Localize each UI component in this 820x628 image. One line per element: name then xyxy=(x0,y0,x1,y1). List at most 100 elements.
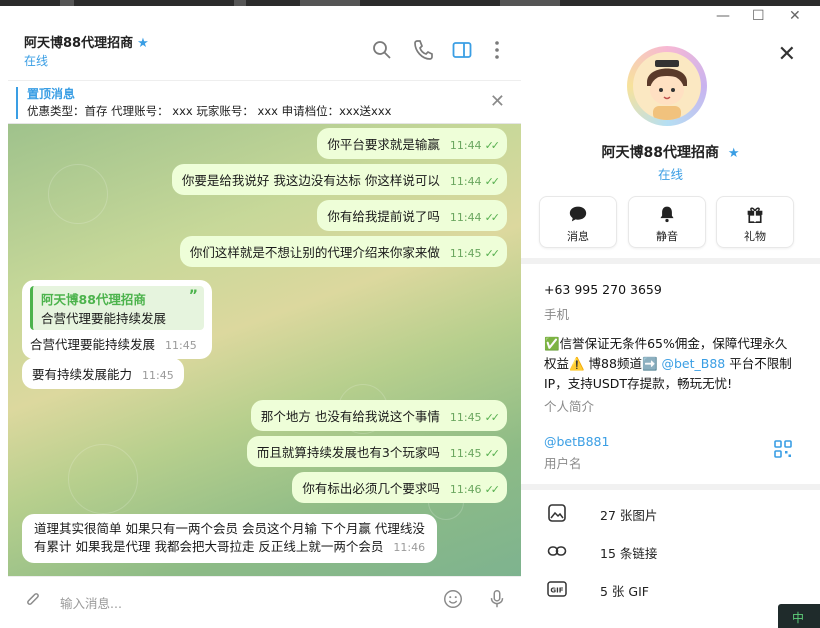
media-row-photos[interactable]: 27 张图片 xyxy=(521,494,820,532)
minimize-button[interactable]: — xyxy=(716,8,730,24)
shared-media-list: 27 张图片 15 条链接 GIF 5 张 GIF xyxy=(521,490,820,622)
reply-quote[interactable]: 阿天博88代理招商 合营代理要能持续发展 ” xyxy=(30,286,204,330)
window-close-button[interactable]: ✕ xyxy=(789,8,801,24)
message-bubble-out[interactable]: 你平台要求就是输赢 11:44 ✓✓ xyxy=(317,128,507,159)
message-text-line: 有累计 如果我是代理 我都会把大哥拉走 反正线上就一两个会员 xyxy=(34,539,384,554)
wallpaper-doodle xyxy=(48,164,108,224)
message-bubble-out[interactable]: 你要是给我说好 我这边没有达标 你这样说可以 11:44 ✓✓ xyxy=(171,164,507,195)
message-input[interactable]: 输入消息... xyxy=(60,593,122,612)
chat-status: 在线 xyxy=(24,54,49,68)
message-text: 那个地方 也没有给我说这个事情 xyxy=(260,409,440,424)
message-time: 11:44 xyxy=(449,211,482,224)
phone-number[interactable]: +63 995 270 3659 xyxy=(544,282,662,297)
media-row-links[interactable]: 15 条链接 xyxy=(521,532,820,570)
action-message-button[interactable]: 消息 xyxy=(539,196,617,248)
read-ticks-icon: ✓✓ xyxy=(484,211,501,224)
profile-info: +63 995 270 3659 手机 ✅信誉保证无条件65%佣金，保障代理永久… xyxy=(521,264,820,484)
message-text: 你有给我提前说了吗 xyxy=(327,209,440,224)
message-bubble-in-reply[interactable]: 阿天博88代理招商 合营代理要能持续发展 ” 合营代理要能持续发展 11:45 xyxy=(22,280,212,359)
avatar-illustration xyxy=(633,52,701,120)
action-mute-button[interactable]: 静音 xyxy=(628,196,706,248)
read-ticks-icon: ✓✓ xyxy=(484,139,501,152)
bio-link[interactable]: @bet_B88 xyxy=(661,356,725,371)
action-label: 礼物 xyxy=(744,230,766,243)
qr-code-icon[interactable] xyxy=(774,440,792,458)
message-time: 11:44 xyxy=(449,139,482,152)
media-label: 5 张 GIF xyxy=(600,584,649,599)
message-time: 11:45 xyxy=(449,411,482,424)
phone-icon[interactable] xyxy=(411,38,435,62)
message-icon xyxy=(569,206,587,222)
message-text: 你平台要求就是输赢 xyxy=(327,137,440,152)
media-label: 15 条链接 xyxy=(600,546,658,561)
gift-icon xyxy=(747,207,763,223)
bio-label: 个人简介 xyxy=(544,399,595,414)
chat-title[interactable]: 阿天博88代理招商 ★ xyxy=(24,32,149,51)
read-ticks-icon: ✓✓ xyxy=(484,175,501,188)
photo-icon xyxy=(548,504,566,522)
message-time: 11:44 xyxy=(449,175,482,188)
action-label: 静音 xyxy=(656,230,678,243)
chat-header: 阿天博88代理招商 ★ 在线 xyxy=(8,24,521,80)
username-label: 用户名 xyxy=(544,456,582,471)
action-gift-button[interactable]: 礼物 xyxy=(716,196,794,248)
maximize-button[interactable]: ☐ xyxy=(752,8,765,24)
message-text: 你们这样就是不想让别的代理介绍来你家来做 xyxy=(189,245,440,260)
system-tray[interactable]: 中 xyxy=(778,604,820,628)
read-ticks-icon: ✓✓ xyxy=(484,447,501,460)
message-bubble-out[interactable]: 你们这样就是不想让别的代理介绍来你家来做 11:45 ✓✓ xyxy=(179,236,507,267)
quote-text: 合营代理要能持续发展 xyxy=(41,311,167,326)
pinned-message-bar[interactable]: 置顶消息 优惠类型：首存 代理账号： xxx 玩家账号： xxx 申请档位：xx… xyxy=(8,80,521,124)
username-link[interactable]: @betB881 xyxy=(544,434,609,449)
message-bubble-out[interactable]: 而且就算持续发展也有3个玩家吗 11:45 ✓✓ xyxy=(246,436,507,467)
message-bubble-out[interactable]: 你有给我提前说了吗 11:44 ✓✓ xyxy=(317,200,507,231)
verified-star-icon: ★ xyxy=(727,146,740,161)
composer: 输入消息... xyxy=(8,576,521,622)
microphone-icon[interactable] xyxy=(486,588,508,610)
profile-status: 在线 xyxy=(657,167,683,182)
message-time: 11:45 xyxy=(449,447,482,460)
sidebar-toggle-icon[interactable] xyxy=(450,38,474,62)
message-text-line: 道理其实很简单 如果只有一两个会员 会员这个月输 下个月赢 代理线没 xyxy=(34,521,425,536)
action-label: 消息 xyxy=(567,230,589,243)
ime-indicator: 中 xyxy=(792,611,805,625)
emoji-icon[interactable] xyxy=(442,588,464,610)
pinned-text: 优惠类型：首存 代理账号： xxx 玩家账号： xxx 申请档位：xxx送xxx xyxy=(27,104,392,118)
attach-icon[interactable] xyxy=(22,588,44,610)
pinned-title: 置顶消息 xyxy=(27,87,76,101)
message-bubble-in[interactable]: 要有持续发展能力 11:45 xyxy=(22,358,184,389)
avatar[interactable] xyxy=(627,46,707,126)
pinned-close-icon[interactable]: ✕ xyxy=(490,91,505,112)
bell-icon xyxy=(660,206,674,223)
gif-icon: GIF xyxy=(547,581,567,597)
close-profile-icon[interactable]: ✕ xyxy=(778,42,796,67)
search-icon[interactable] xyxy=(370,38,394,62)
message-text: 你有标出必须几个要求吗 xyxy=(302,481,440,496)
profile-name-text: 阿天博88代理招商 xyxy=(601,145,719,161)
profile-header: ✕ 阿天博88代理招商 ★ 在线 消息 静音 礼物 xyxy=(521,24,820,258)
bio-text[interactable]: ✅信誉保证无条件65%佣金，保障代理永久权益⚠️ 博88频道➡️ @bet_B8… xyxy=(544,334,794,394)
verified-star-icon: ★ xyxy=(137,36,149,51)
message-time: 11:46 xyxy=(449,483,482,496)
message-time: 11:45 xyxy=(165,339,197,352)
read-ticks-icon: ✓✓ xyxy=(484,411,501,424)
chat-title-text: 阿天博88代理招商 xyxy=(24,36,134,51)
quote-author: 阿天博88代理招商 xyxy=(41,292,146,307)
phone-label: 手机 xyxy=(544,307,570,322)
message-bubble-out[interactable]: 那个地方 也没有给我说这个事情 11:45 ✓✓ xyxy=(250,400,507,431)
message-text: 而且就算持续发展也有3个玩家吗 xyxy=(256,445,440,460)
message-time: 11:45 xyxy=(142,369,174,382)
more-icon[interactable] xyxy=(485,38,509,62)
message-bubble-in[interactable]: 道理其实很简单 如果只有一两个会员 会员这个月输 下个月赢 代理线没 有累计 如… xyxy=(22,514,438,563)
message-list[interactable]: 你平台要求就是输赢 11:44 ✓✓ 你要是给我说好 我这边没有达标 你这样说可以 1… xyxy=(8,124,521,576)
message-text: 合营代理要能持续发展 xyxy=(30,337,156,352)
message-time: 11:46 xyxy=(393,541,426,554)
link-icon xyxy=(547,546,567,556)
pinned-accent-bar xyxy=(16,87,18,119)
read-ticks-icon: ✓✓ xyxy=(484,483,501,496)
media-label: 27 张图片 xyxy=(600,508,658,523)
media-row-gifs[interactable]: GIF 5 张 GIF xyxy=(521,570,820,608)
profile-name: 阿天博88代理招商 ★ xyxy=(521,142,820,162)
message-text: 你要是给我说好 我这边没有达标 你这样说可以 xyxy=(181,173,440,188)
message-bubble-out[interactable]: 你有标出必须几个要求吗 11:46 ✓✓ xyxy=(292,472,507,503)
